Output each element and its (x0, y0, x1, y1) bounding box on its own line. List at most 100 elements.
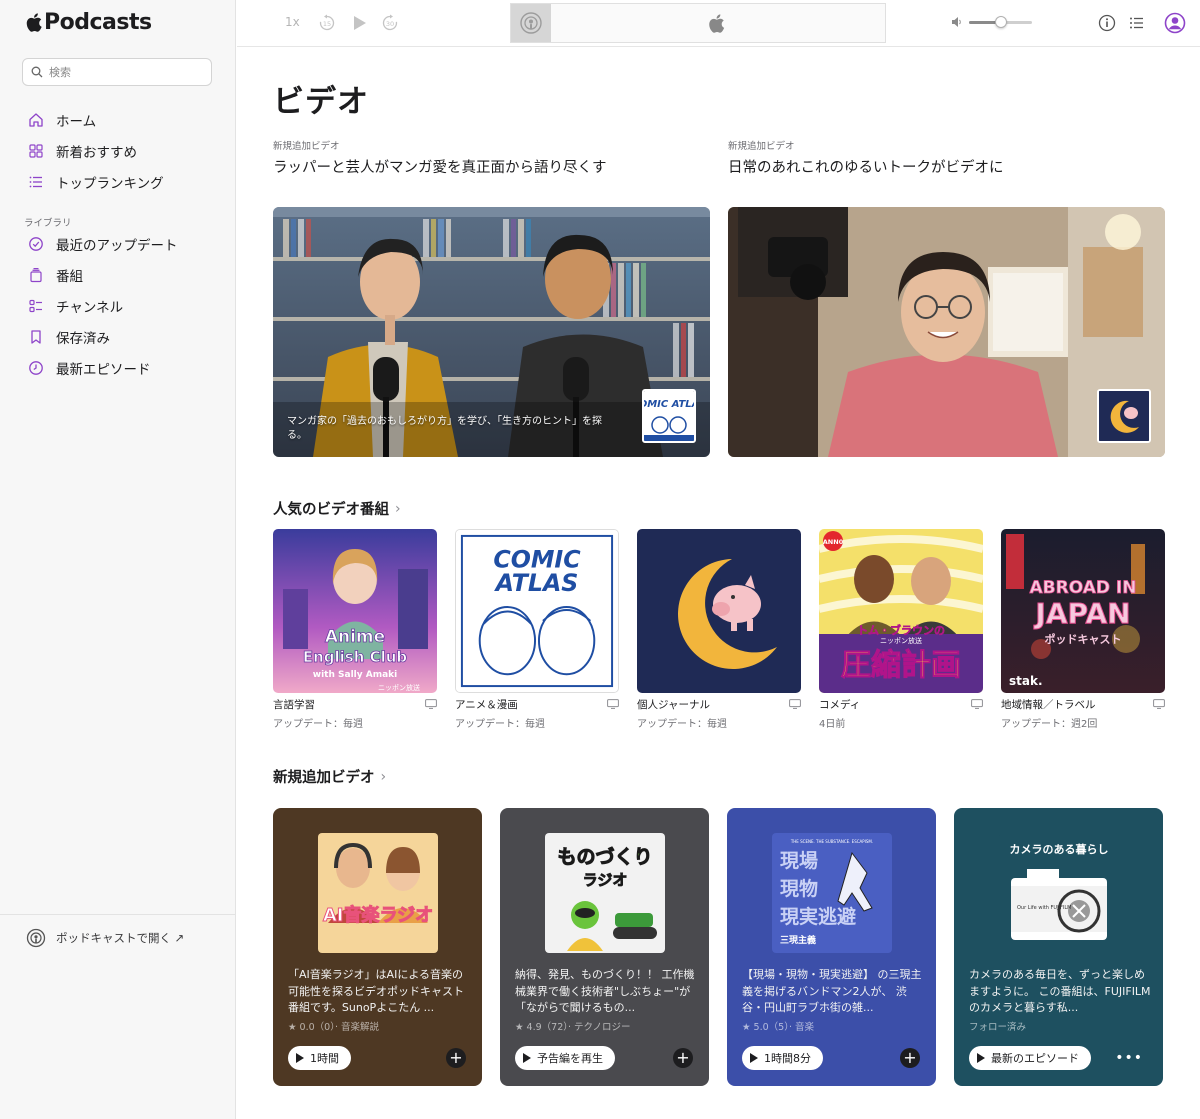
video-icon (1153, 699, 1165, 709)
anime-english-club-artwork: Anime English Club with Sally Amaki ニッポン… (273, 529, 437, 693)
artwork-network: ニッポン放送 (880, 636, 922, 645)
play-icon[interactable] (349, 13, 369, 33)
skip-back-icon[interactable]: 15 (317, 13, 337, 33)
nav-item-saved[interactable]: 保存済み (22, 321, 222, 352)
card-rating: ★ 0.0（0）· 音楽解説 (288, 1022, 379, 1033)
search-box[interactable] (22, 58, 212, 86)
episode-card[interactable]: カメラのある暮らし Our Life with FUJIFILM カメラのある毎… (954, 808, 1163, 1086)
latest-episode-button[interactable]: 最新のエピソード (969, 1046, 1091, 1070)
card-artwork-line-3: 現実逃避 (780, 905, 856, 928)
add-button[interactable]: + (446, 1048, 466, 1068)
show-tile[interactable]: Anime English Club with Sally Amaki ニッポン… (273, 529, 437, 730)
artwork-title-line-1: ABROAD IN (1030, 578, 1137, 598)
volume-slider[interactable] (969, 16, 1032, 28)
show-category: 言語学習 (273, 699, 315, 711)
account-icon[interactable] (1164, 12, 1186, 34)
card-artwork-line-2: 現物 (780, 877, 818, 900)
show-tile[interactable]: COMIC ATLAS アニメ＆漫画 アップデート：毎週 (455, 529, 619, 730)
episode-card[interactable]: THE SCENE. THE SUBSTANCE. ESCAPISM. 現場 現… (727, 808, 936, 1086)
episode-card[interactable]: ものづくり ラジオ 納得、発見、ものづくり！！ 工作機械業界で働く技術者"しぶち… (500, 808, 709, 1086)
show-tile[interactable]: 個人ジャーナル アップデート：毎週 (637, 529, 801, 730)
show-category: アニメ＆漫画 (455, 699, 518, 711)
queue-list-icon[interactable] (1127, 13, 1147, 33)
library-section-label: ライブラリ (24, 218, 72, 229)
more-options-icon[interactable]: ••• (1115, 1050, 1143, 1066)
main-nav: ホーム 新着おすすめ トップランキング (22, 104, 222, 197)
play-trailer-button[interactable]: 予告編を再生 (515, 1046, 615, 1070)
artwork-subtitle: ポッドキャスト (1045, 632, 1122, 646)
home-icon (29, 112, 43, 127)
play-button-label: 最新のエピソード (991, 1052, 1079, 1065)
feature-caption: マンガ家の「過去のおもしろがり方」を学び、「生き方のヒント」を探る。 (287, 416, 602, 441)
popular-video-shows-heading[interactable]: 人気のビデオ番組 › (273, 498, 401, 519)
nav-label: 新着おすすめ (56, 144, 137, 161)
nav-item-top-charts[interactable]: トップランキング (22, 166, 222, 197)
show-artwork[interactable]: ABROAD IN JAPAN ポッドキャスト stak. (1001, 529, 1165, 693)
tom-brown-artwork: トム・ブラウンの ニッポン放送 圧縮計画 ANN0 (819, 529, 983, 693)
playback-speed-button[interactable]: 1x (285, 15, 300, 29)
nav-item-home[interactable]: ホーム (22, 104, 222, 135)
card-description: 「AI音楽ラジオ」はAIによる音楽の可能性を探るビデオポッドキャスト番組です。S… (288, 968, 464, 1014)
card-rating: ★ 5.0（5）· 音楽 (742, 1022, 814, 1033)
episode-card[interactable]: AI音楽ラジオ 「AI音楽ラジオ」はAIによる音楽の可能性を探るビデオポッドキャ… (273, 808, 482, 1086)
play-button[interactable]: 1時間 (288, 1046, 351, 1070)
nav-item-new[interactable]: 新着おすすめ (22, 135, 222, 166)
skip-forward-icon[interactable]: 30 (380, 13, 400, 33)
card-artwork[interactable]: THE SCENE. THE SUBSTANCE. ESCAPISM. 現場 現… (772, 833, 892, 953)
apple-logo-icon (709, 14, 725, 33)
volume-knob[interactable] (994, 16, 1007, 28)
play-button[interactable]: 1時間8分 (742, 1046, 823, 1070)
show-artwork[interactable]: COMIC ATLAS (455, 529, 619, 693)
app-logo[interactable]: Podcasts (26, 10, 152, 35)
now-playing-panel[interactable] (510, 3, 886, 43)
feature-show-artwork[interactable] (1097, 389, 1151, 443)
comic-atlas-artwork: COMIC ATLAS (644, 391, 694, 441)
chevron-right-icon: › (395, 500, 401, 517)
artwork-title-line-2: 圧縮計画 (841, 648, 961, 683)
card-artwork[interactable]: ものづくり ラジオ (545, 833, 665, 953)
show-update-frequency: アップデート：毎週 (455, 719, 545, 730)
card-artwork-subtitle: 三現主義 (780, 934, 816, 946)
app-title: Podcasts (44, 10, 152, 35)
open-in-podcasts-link[interactable]: ポッドキャストで開く ↗ (26, 928, 184, 948)
bookmark-icon (31, 329, 41, 344)
artwork-title-line-3: with Sally Amaki (313, 670, 397, 680)
new-videos-heading[interactable]: 新規追加ビデオ › (273, 766, 386, 787)
play-icon (977, 1053, 985, 1063)
search-input[interactable] (49, 65, 199, 79)
add-button[interactable]: + (900, 1048, 920, 1068)
nav-item-recent-updates[interactable]: 最近のアップデート (22, 228, 222, 259)
nav-label: トップランキング (56, 175, 164, 192)
add-button[interactable]: + (673, 1048, 693, 1068)
show-meta: アニメ＆漫画 アップデート：毎週 (455, 697, 619, 730)
library-nav: 最近のアップデート 番組 チャンネル 保存済み 最新エピソード (22, 228, 222, 383)
show-tile[interactable]: トム・ブラウンの ニッポン放送 圧縮計画 ANN0 コメディ 4日前 (819, 529, 983, 730)
feature-show-artwork[interactable]: COMIC ATLAS (642, 389, 696, 443)
play-icon (523, 1053, 531, 1063)
feature-banner-2[interactable] (728, 207, 1165, 457)
ai-music-radio-artwork: AI音楽ラジオ (318, 833, 438, 953)
feature-header-2: 新規追加ビデオ 日常のあれこれのゆるいトークがビデオに (728, 138, 1165, 177)
show-meta: 個人ジャーナル アップデート：毎週 (637, 697, 801, 730)
nav-item-latest-episodes[interactable]: 最新エピソード (22, 352, 222, 383)
video-icon (425, 699, 437, 709)
show-update-frequency: アップデート：毎週 (273, 719, 363, 730)
show-artwork[interactable] (637, 529, 801, 693)
nav-item-channels[interactable]: チャンネル (22, 290, 222, 321)
popular-shows-shelf: Anime English Club with Sally Amaki ニッポン… (273, 529, 1165, 730)
nav-item-shows[interactable]: 番組 (22, 259, 222, 290)
artwork-badge: ANN0 (823, 538, 844, 546)
play-icon (750, 1053, 758, 1063)
show-update-frequency: アップデート：毎週 (637, 719, 727, 730)
show-artwork[interactable]: Anime English Club with Sally Amaki ニッポン… (273, 529, 437, 693)
show-artwork[interactable]: トム・ブラウンの ニッポン放送 圧縮計画 ANN0 (819, 529, 983, 693)
player-bar: 1x 15 30 (237, 0, 1200, 47)
card-artwork-tagline: THE SCENE. THE SUBSTANCE. ESCAPISM. (790, 839, 873, 844)
checkmark-circle-icon (29, 236, 43, 251)
podcasts-icon (26, 928, 46, 948)
info-icon[interactable] (1097, 13, 1117, 33)
card-artwork[interactable]: AI音楽ラジオ (318, 833, 438, 953)
card-artwork[interactable]: カメラのある暮らし Our Life with FUJIFILM (999, 833, 1119, 953)
show-tile[interactable]: ABROAD IN JAPAN ポッドキャスト stak. 地域情報／トラベル … (1001, 529, 1165, 730)
feature-banner-1[interactable]: マンガ家の「過去のおもしろがり方」を学び、「生き方のヒント」を探る。 COMIC… (273, 207, 710, 457)
